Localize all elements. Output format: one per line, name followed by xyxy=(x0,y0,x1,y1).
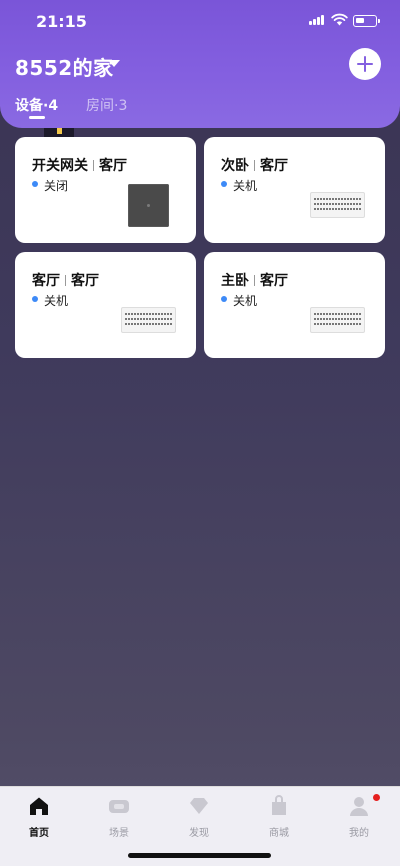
status-dot-icon xyxy=(221,296,227,302)
device-name: 次卧 xyxy=(221,158,249,174)
tabbar-item-shop[interactable]: 商城 xyxy=(249,795,309,839)
active-tab-indicator xyxy=(29,116,45,119)
title-divider xyxy=(93,160,94,171)
device-card-title: 主卧 客厅 xyxy=(221,270,288,290)
scene-icon xyxy=(109,800,129,813)
tabbar-item-profile[interactable]: 我的 xyxy=(329,795,389,839)
status-bar: 21:15 xyxy=(0,0,400,44)
status-dot-icon xyxy=(221,181,227,187)
device-room: 客厅 xyxy=(71,273,99,289)
status-time: 21:15 xyxy=(36,12,87,31)
device-card-master-bedroom[interactable]: 主卧 客厅 关机 xyxy=(204,252,385,358)
device-card-switch-gateway[interactable]: 开关网关 客厅 关闭 xyxy=(15,137,196,243)
title-divider xyxy=(254,160,255,171)
air-conditioner-image xyxy=(121,307,176,333)
title-divider xyxy=(254,275,255,286)
device-status: 关机 xyxy=(233,294,258,308)
wifi-icon xyxy=(331,13,348,26)
tabbar-label: 场景 xyxy=(109,828,129,839)
tabbar-item-discover[interactable]: 发现 xyxy=(169,795,229,839)
switch-panel-image xyxy=(128,184,169,227)
home-indicator[interactable] xyxy=(128,853,271,858)
tabbar-label: 商城 xyxy=(269,828,289,839)
status-dot-icon xyxy=(32,181,38,187)
shop-icon xyxy=(272,795,286,815)
status-dot-icon xyxy=(32,296,38,302)
device-card-title: 开关网关 客厅 xyxy=(32,155,127,175)
device-room: 客厅 xyxy=(260,273,288,289)
device-name: 客厅 xyxy=(32,273,60,289)
tabbar-item-scene[interactable]: 场景 xyxy=(89,795,149,839)
device-card-living-room[interactable]: 客厅 客厅 关机 xyxy=(15,252,196,358)
title-divider xyxy=(65,275,66,286)
device-room: 客厅 xyxy=(99,158,127,174)
cellular-signal-icon xyxy=(309,15,327,25)
air-conditioner-image xyxy=(310,192,365,218)
device-name: 主卧 xyxy=(221,273,249,289)
battery-icon xyxy=(353,15,380,27)
tabbar-item-home[interactable]: 首页 xyxy=(9,795,69,839)
tab-devices[interactable]: 设备·4 xyxy=(15,95,58,115)
home-icon xyxy=(30,797,48,815)
caret-down-icon[interactable] xyxy=(108,60,120,67)
add-device-button[interactable] xyxy=(349,48,381,80)
device-name: 开关网关 xyxy=(32,158,88,174)
home-selector[interactable]: 8552的家 xyxy=(15,52,114,81)
device-card-second-bedroom[interactable]: 次卧 客厅 关机 xyxy=(204,137,385,243)
tabbar-label: 首页 xyxy=(29,828,49,839)
header: 21:15 8552的家 设备·4 房间·3 xyxy=(0,0,400,128)
device-status: 关机 xyxy=(233,179,258,193)
device-status: 关闭 xyxy=(44,179,69,193)
device-card-title: 次卧 客厅 xyxy=(221,155,288,175)
air-conditioner-image xyxy=(310,307,365,333)
device-status: 关机 xyxy=(44,294,69,308)
tabbar-label: 发现 xyxy=(189,828,209,839)
device-room: 客厅 xyxy=(260,158,288,174)
tabbar-label: 我的 xyxy=(349,828,369,839)
notification-badge xyxy=(373,794,380,801)
tab-rooms[interactable]: 房间·3 xyxy=(86,95,127,115)
device-card-title: 客厅 客厅 xyxy=(32,270,99,290)
profile-icon xyxy=(350,797,368,816)
discover-icon xyxy=(190,798,208,814)
